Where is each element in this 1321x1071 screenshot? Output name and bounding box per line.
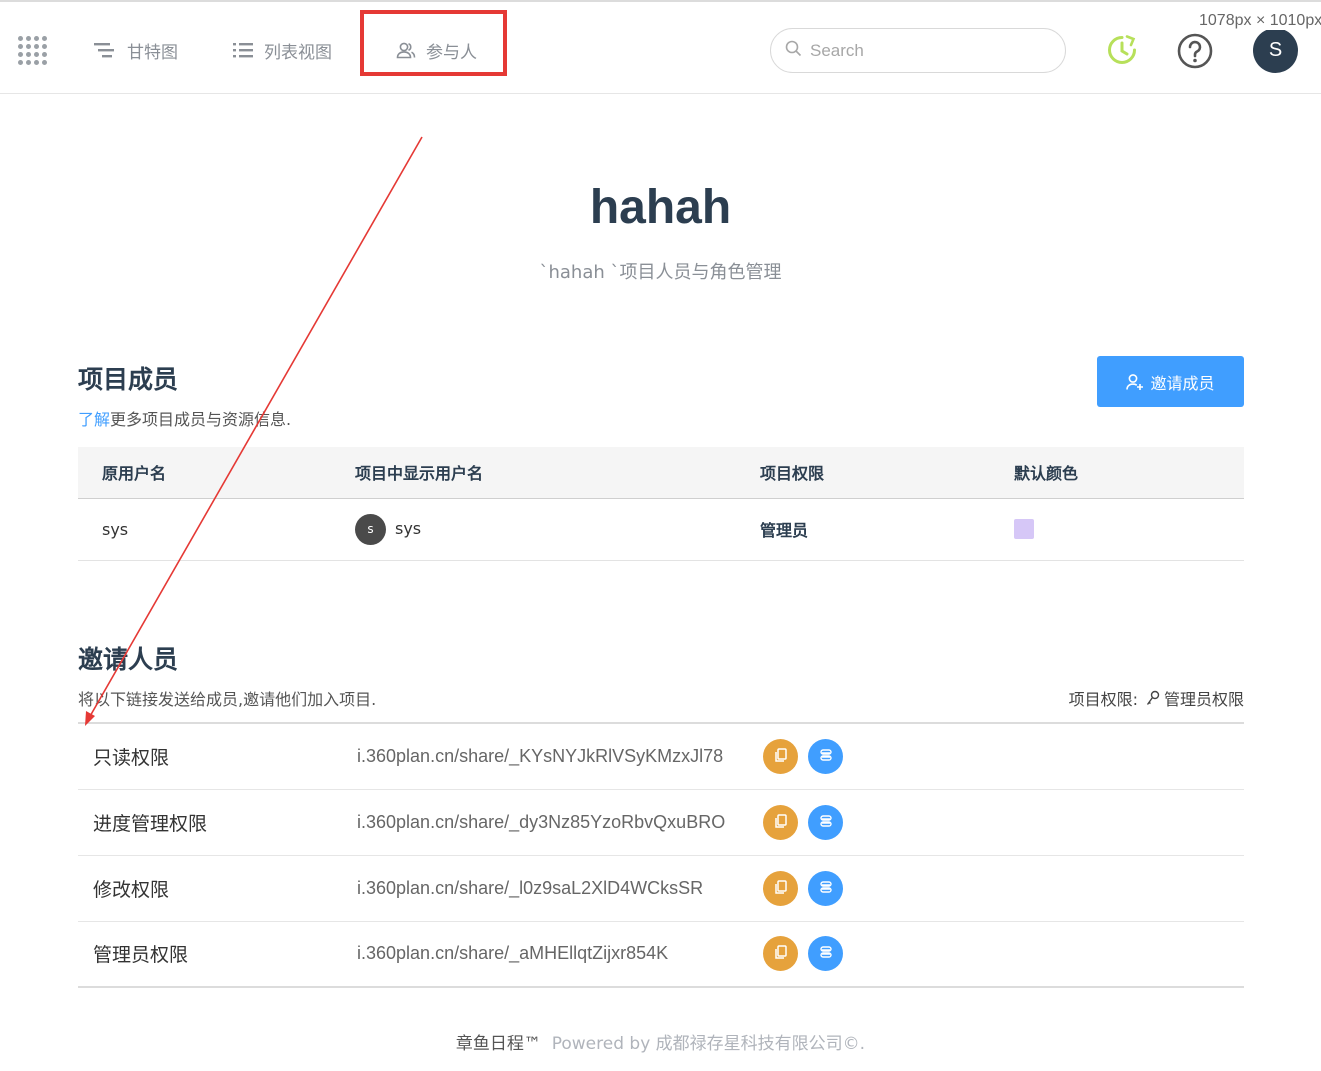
nav-list-label: 列表视图: [264, 42, 332, 63]
members-table: 原用户名 项目中显示用户名 项目权限 默认颜色 sys s sys 管理员: [78, 447, 1244, 561]
link-icon: [818, 944, 834, 963]
permission-value: 管理员权限: [1163, 690, 1244, 709]
link-actions: [763, 855, 1244, 922]
project-title: hahah: [589, 181, 732, 234]
column-header: 默认颜色: [990, 447, 1244, 499]
link-actions: [763, 921, 1244, 988]
table-row: 修改权限 i.360plan.cn/share/_l0z9saL2XlD4WCks…: [78, 855, 1244, 922]
viewport-size-overlay: 1078px × 1010px: [1197, 12, 1321, 30]
share-link-url[interactable]: i.360plan.cn/share/_aMHEllqtZijxr854K: [343, 921, 763, 988]
copy-icon: [773, 879, 789, 898]
copy-link-button[interactable]: [763, 738, 798, 774]
footer: 章鱼日程™ Powered by 成都禄存星科技有限公司©.: [0, 1029, 1321, 1054]
clock-icon[interactable]: [1105, 33, 1139, 71]
invite-desc: 将以下链接发送给成员,邀请他们加入项目.: [78, 690, 377, 709]
copy-link-button[interactable]: [763, 804, 798, 840]
reset-link-button[interactable]: [808, 870, 843, 906]
apps-grid-icon[interactable]: [18, 36, 50, 68]
copy-link-button[interactable]: [763, 870, 798, 906]
reset-link-button[interactable]: [808, 804, 843, 840]
member-username: sys: [78, 498, 331, 561]
annotation-highlight-box: [360, 10, 507, 76]
reset-link-button[interactable]: [808, 738, 843, 774]
link-icon: [818, 747, 834, 766]
project-subtitle: `hahah `项目人员与角色管理: [539, 262, 782, 283]
copy-link-button[interactable]: [763, 936, 798, 972]
invite-member-label: 邀请成员: [1150, 375, 1215, 393]
share-link-url[interactable]: i.360plan.cn/share/_KYsNYJkRlVSyKMzxJl78: [343, 723, 763, 790]
nav-gantt[interactable]: 甘特图: [93, 32, 178, 68]
link-actions: [763, 789, 1244, 856]
link-permission-name: 进度管理权限: [78, 789, 343, 856]
link-icon: [818, 813, 834, 832]
footer-brand: 章鱼日程™: [455, 1034, 541, 1054]
link-actions: [763, 723, 1244, 790]
key-icon: [1146, 690, 1160, 706]
permission-label: 项目权限:: [1068, 690, 1138, 709]
list-icon: [232, 41, 254, 59]
column-header: 项目权限: [736, 447, 990, 499]
table-row: 管理员权限 i.360plan.cn/share/_aMHEllqtZijxr85…: [78, 921, 1244, 988]
column-header: 原用户名: [78, 447, 331, 499]
link-icon: [818, 879, 834, 898]
footer-powered: Powered by 成都禄存星科技有限公司©.: [551, 1034, 866, 1054]
table-header-row: 原用户名 项目中显示用户名 项目权限 默认颜色: [78, 447, 1244, 499]
members-title: 项目成员: [78, 365, 179, 394]
copy-icon: [773, 813, 789, 832]
members-desc-text: 更多项目成员与资源信息.: [110, 410, 292, 429]
invite-links-table: 只读权限 i.360plan.cn/share/_KYsNYJkRlVSyKMzx…: [78, 722, 1244, 988]
search-input[interactable]: [810, 40, 1040, 61]
link-permission-name: 修改权限: [78, 855, 343, 922]
member-display-name: sys: [395, 518, 422, 538]
members-desc: 了解更多项目成员与资源信息.: [78, 406, 291, 430]
project-permission-selector[interactable]: 项目权限: 管理员权限: [1069, 686, 1244, 710]
invite-title: 邀请人员: [78, 645, 179, 674]
share-link-url[interactable]: i.360plan.cn/share/_l0z9saL2XlD4WCksSR: [343, 855, 763, 922]
share-link-url[interactable]: i.360plan.cn/share/_dy3Nz85YzoRbvQxuBRO: [343, 789, 763, 856]
color-swatch[interactable]: [1014, 519, 1034, 540]
learn-more-link[interactable]: 了解: [78, 410, 110, 429]
copy-icon: [773, 747, 789, 766]
table-row: 只读权限 i.360plan.cn/share/_KYsNYJkRlVSyKMzx…: [78, 723, 1244, 790]
invite-member-button[interactable]: 邀请成员: [1097, 356, 1244, 407]
top-bar: 甘特图 列表视图 参与人 S 1078px × 1010px: [0, 0, 1321, 94]
column-header: 项目中显示用户名: [331, 447, 736, 499]
nav-list-view[interactable]: 列表视图: [232, 32, 332, 68]
link-permission-name: 管理员权限: [78, 921, 343, 988]
member-color-cell: [990, 498, 1244, 561]
add-user-icon: [1126, 373, 1144, 391]
member-display-name-cell: s sys: [331, 498, 736, 561]
help-icon[interactable]: [1177, 33, 1213, 73]
member-avatar: s: [355, 513, 386, 545]
user-avatar[interactable]: S: [1253, 28, 1298, 73]
gantt-icon: [93, 40, 117, 60]
link-permission-name: 只读权限: [78, 723, 343, 790]
nav-gantt-label: 甘特图: [127, 42, 178, 63]
member-role[interactable]: 管理员: [736, 498, 990, 561]
copy-icon: [773, 944, 789, 963]
table-row: 进度管理权限 i.360plan.cn/share/_dy3Nz85YzoRbvQ…: [78, 789, 1244, 856]
search-box[interactable]: [770, 28, 1066, 73]
reset-link-button[interactable]: [808, 936, 843, 972]
table-row: sys s sys 管理员: [78, 498, 1244, 561]
search-icon: [785, 40, 802, 61]
